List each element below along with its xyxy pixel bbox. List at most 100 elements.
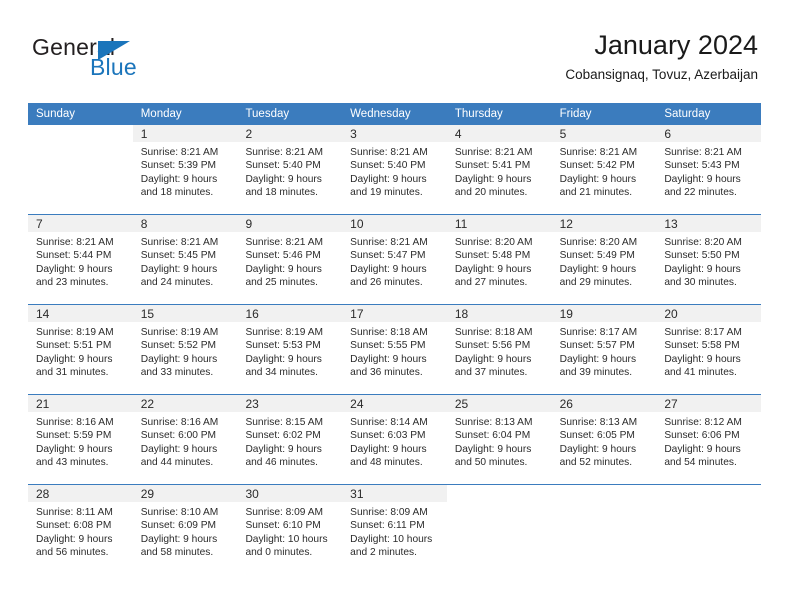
daylight-text-cont: and 52 minutes. bbox=[559, 457, 633, 469]
calendar-day-cell[interactable]: 16 Sunrise: 8:19 AM Sunset: 5:53 PM Dayligh… bbox=[237, 305, 343, 394]
calendar-day-cell[interactable]: 26 Sunrise: 8:13 AM Sunset: 6:05 PM Dayligh… bbox=[551, 395, 657, 484]
calendar-day-cell[interactable]: 12 Sunrise: 8:20 AM Sunset: 5:49 PM Dayligh… bbox=[551, 215, 657, 304]
day-number: 8 bbox=[140, 217, 148, 231]
calendar-day-cell[interactable]: 25 Sunrise: 8:13 AM Sunset: 6:04 PM Dayligh… bbox=[446, 395, 552, 484]
weekday-header-monday: Monday bbox=[140, 108, 182, 120]
daylight-text: Daylight: 9 hours bbox=[664, 263, 741, 275]
sunrise-text: Sunrise: 8:12 AM bbox=[664, 417, 742, 428]
weekday-header-saturday: Saturday bbox=[664, 108, 711, 120]
daylight-text-cont: and 30 minutes. bbox=[664, 277, 737, 289]
calendar-day-cell[interactable]: 3 Sunrise: 8:21 AM Sunset: 5:40 PM Daylight… bbox=[342, 125, 447, 214]
daylight-text-cont: and 33 minutes. bbox=[140, 367, 214, 379]
day-details: Sunrise: 8:15 AM Sunset: 6:02 PM Daylight:… bbox=[237, 412, 342, 470]
calendar-day-cell[interactable]: 5 Sunrise: 8:21 AM Sunset: 5:42 PM Daylight… bbox=[551, 125, 657, 214]
day-number-band bbox=[447, 485, 552, 502]
day-number-band: 20 bbox=[656, 305, 762, 322]
sunset-text: Sunset: 5:46 PM bbox=[245, 250, 321, 262]
sunrise-text: Sunrise: 8:21 AM bbox=[140, 237, 219, 248]
sunrise-text: Sunrise: 8:21 AM bbox=[245, 237, 324, 248]
calendar-day-cell[interactable]: 23 Sunrise: 8:15 AM Sunset: 6:02 PM Dayligh… bbox=[237, 395, 343, 484]
day-details: Sunrise: 8:20 AM Sunset: 5:50 PM Daylight:… bbox=[656, 232, 761, 290]
day-details: Sunrise: 8:16 AM Sunset: 5:59 PM Daylight:… bbox=[28, 412, 133, 470]
daylight-text-cont: and 50 minutes. bbox=[454, 457, 528, 469]
sunrise-text: Sunrise: 8:21 AM bbox=[350, 147, 428, 158]
sunset-text: Sunset: 6:03 PM bbox=[350, 430, 426, 442]
day-number-band: 2 bbox=[237, 125, 343, 142]
calendar-day-cell[interactable]: 8 Sunrise: 8:21 AM Sunset: 5:45 PM Daylight… bbox=[132, 215, 238, 304]
day-details: Sunrise: 8:21 AM Sunset: 5:46 PM Daylight:… bbox=[237, 232, 342, 290]
calendar-day-cell[interactable]: 20 Sunrise: 8:17 AM Sunset: 5:58 PM Dayligh… bbox=[656, 305, 762, 394]
calendar-day-cell[interactable]: 18 Sunrise: 8:18 AM Sunset: 5:56 PM Dayligh… bbox=[446, 305, 552, 394]
day-number: 4 bbox=[454, 127, 462, 141]
day-details: Sunrise: 8:19 AM Sunset: 5:51 PM Daylight:… bbox=[28, 322, 133, 380]
sunset-text: Sunset: 6:09 PM bbox=[140, 520, 217, 532]
calendar-day-cell[interactable]: 24 Sunrise: 8:14 AM Sunset: 6:03 PM Dayligh… bbox=[342, 395, 447, 484]
brand-logo[interactable]: General Blue bbox=[32, 34, 232, 90]
calendar-day-cell[interactable]: 28 Sunrise: 8:11 AM Sunset: 6:08 PM Dayligh… bbox=[28, 485, 133, 574]
daylight-text-cont: and 58 minutes. bbox=[140, 547, 214, 559]
calendar-day-cell[interactable]: 19 Sunrise: 8:17 AM Sunset: 5:57 PM Dayligh… bbox=[551, 305, 657, 394]
day-number: 16 bbox=[245, 307, 259, 321]
calendar-day-cell[interactable]: 4 Sunrise: 8:21 AM Sunset: 5:41 PM Daylight… bbox=[446, 125, 552, 214]
day-number: 7 bbox=[36, 217, 43, 231]
calendar-day-cell[interactable]: 9 Sunrise: 8:21 AM Sunset: 5:46 PM Daylight… bbox=[237, 215, 343, 304]
sunset-text: Sunset: 5:53 PM bbox=[245, 340, 321, 352]
calendar-day-cell[interactable]: 31 Sunrise: 8:09 AM Sunset: 6:11 PM Dayligh… bbox=[342, 485, 447, 574]
daylight-text-cont: and 54 minutes. bbox=[664, 457, 737, 469]
calendar-day-cell[interactable]: 7 Sunrise: 8:21 AM Sunset: 5:44 PM Daylight… bbox=[28, 215, 133, 304]
calendar-week-row: 7 Sunrise: 8:21 AM Sunset: 5:44 PM Daylight… bbox=[28, 214, 762, 304]
sunset-text: Sunset: 6:08 PM bbox=[36, 520, 112, 532]
daylight-text-cont: and 56 minutes. bbox=[36, 547, 109, 559]
calendar-day-cell[interactable]: 22 Sunrise: 8:16 AM Sunset: 6:00 PM Dayligh… bbox=[132, 395, 238, 484]
day-details: Sunrise: 8:09 AM Sunset: 6:11 PM Daylight:… bbox=[342, 502, 447, 560]
calendar-empty-cell bbox=[447, 485, 552, 574]
sunrise-text: Sunrise: 8:11 AM bbox=[36, 507, 113, 518]
sunrise-text: Sunrise: 8:20 AM bbox=[559, 237, 638, 248]
day-details: Sunrise: 8:14 AM Sunset: 6:03 PM Daylight:… bbox=[342, 412, 447, 470]
calendar-day-cell[interactable]: 21 Sunrise: 8:16 AM Sunset: 5:59 PM Dayligh… bbox=[28, 395, 133, 484]
daylight-text-cont: and 44 minutes. bbox=[140, 457, 214, 469]
calendar-day-cell[interactable]: 6 Sunrise: 8:21 AM Sunset: 5:43 PM Daylight… bbox=[656, 125, 762, 214]
day-number-band: 9 bbox=[237, 215, 343, 232]
calendar-day-cell[interactable]: 15 Sunrise: 8:19 AM Sunset: 5:52 PM Dayligh… bbox=[132, 305, 238, 394]
day-number-band: 10 bbox=[342, 215, 447, 232]
day-number-band: 24 bbox=[342, 395, 447, 412]
calendar-day-cell[interactable]: 11 Sunrise: 8:20 AM Sunset: 5:48 PM Dayligh… bbox=[446, 215, 552, 304]
calendar-day-cell[interactable]: 10 Sunrise: 8:21 AM Sunset: 5:47 PM Dayligh… bbox=[342, 215, 447, 304]
daylight-text: Daylight: 9 hours bbox=[559, 443, 637, 455]
daylight-text: Daylight: 9 hours bbox=[140, 173, 218, 185]
daylight-text-cont: and 22 minutes. bbox=[664, 187, 737, 199]
calendar-day-cell[interactable]: 13 Sunrise: 8:20 AM Sunset: 5:50 PM Dayligh… bbox=[656, 215, 762, 304]
daylight-text-cont: and 43 minutes. bbox=[36, 457, 109, 469]
day-number: 10 bbox=[350, 217, 364, 231]
calendar-day-cell[interactable]: 29 Sunrise: 8:10 AM Sunset: 6:09 PM Dayligh… bbox=[132, 485, 238, 574]
daylight-text: Daylight: 9 hours bbox=[140, 263, 218, 275]
sunrise-text: Sunrise: 8:17 AM bbox=[664, 327, 742, 338]
calendar-day-cell[interactable]: 1 Sunrise: 8:21 AM Sunset: 5:39 PM Daylight… bbox=[132, 125, 238, 214]
day-number-band: 1 bbox=[132, 125, 238, 142]
day-number: 25 bbox=[454, 397, 469, 411]
calendar-day-cell[interactable]: 14 Sunrise: 8:19 AM Sunset: 5:51 PM Dayligh… bbox=[28, 305, 133, 394]
sunset-text: Sunset: 5:50 PM bbox=[664, 250, 740, 262]
sunrise-text: Sunrise: 8:21 AM bbox=[559, 147, 638, 158]
sunset-text: Sunset: 6:02 PM bbox=[245, 430, 321, 442]
calendar-day-cell[interactable]: 2 Sunrise: 8:21 AM Sunset: 5:40 PM Daylight… bbox=[237, 125, 343, 214]
day-details: Sunrise: 8:21 AM Sunset: 5:41 PM Daylight:… bbox=[447, 142, 552, 200]
day-number: 29 bbox=[140, 487, 155, 501]
calendar-day-cell[interactable]: 17 Sunrise: 8:18 AM Sunset: 5:55 PM Dayligh… bbox=[342, 305, 447, 394]
daylight-text: Daylight: 9 hours bbox=[454, 173, 532, 185]
day-number: 20 bbox=[664, 307, 678, 321]
day-number: 28 bbox=[36, 487, 50, 501]
calendar-day-cell[interactable]: 30 Sunrise: 8:09 AM Sunset: 6:10 PM Dayligh… bbox=[237, 485, 343, 574]
sunrise-text: Sunrise: 8:19 AM bbox=[245, 327, 324, 338]
day-number-band: 30 bbox=[237, 485, 343, 502]
sunrise-text: Sunrise: 8:16 AM bbox=[36, 417, 114, 428]
day-number-band: 21 bbox=[28, 395, 133, 412]
sunset-text: Sunset: 6:04 PM bbox=[454, 430, 531, 442]
day-number: 24 bbox=[350, 397, 364, 411]
calendar-day-cell[interactable]: 27 Sunrise: 8:12 AM Sunset: 6:06 PM Dayligh… bbox=[656, 395, 762, 484]
day-details: Sunrise: 8:21 AM Sunset: 5:39 PM Daylight:… bbox=[133, 142, 238, 200]
day-number: 22 bbox=[140, 397, 155, 411]
daylight-text: Daylight: 10 hours bbox=[350, 533, 433, 545]
day-number-band: 7 bbox=[28, 215, 133, 232]
